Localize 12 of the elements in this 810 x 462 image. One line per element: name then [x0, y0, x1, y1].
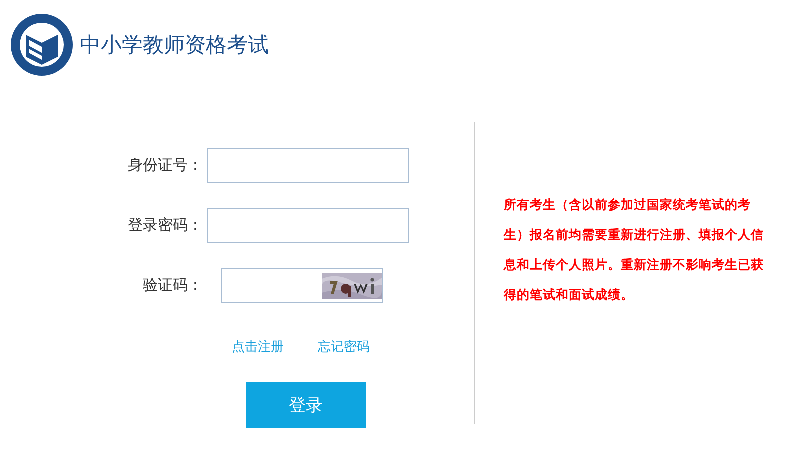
- captcha-field[interactable]: [221, 268, 383, 303]
- input-field[interactable]: [207, 148, 409, 183]
- field-label: 验证码：: [142, 276, 204, 295]
- form-link[interactable]: 忘记密码: [318, 338, 370, 356]
- notice-text: 所有考生（含以前参加过国家统考笔试的考生）报名前均需要重新进行注册、填报个人信息和上传个人照片。重新注册不影响考生已获得的笔试和面试成绩。: [504, 196, 765, 304]
- site-title: 中小学教师资格考试: [80, 32, 269, 59]
- login-button[interactable]: 登录: [246, 382, 366, 428]
- logo-icon: [10, 13, 74, 77]
- field-label: 身份证号：: [127, 156, 204, 175]
- input-field[interactable]: [207, 208, 409, 243]
- form-link[interactable]: 点击注册: [232, 338, 284, 356]
- field-label: 登录密码：: [127, 216, 204, 235]
